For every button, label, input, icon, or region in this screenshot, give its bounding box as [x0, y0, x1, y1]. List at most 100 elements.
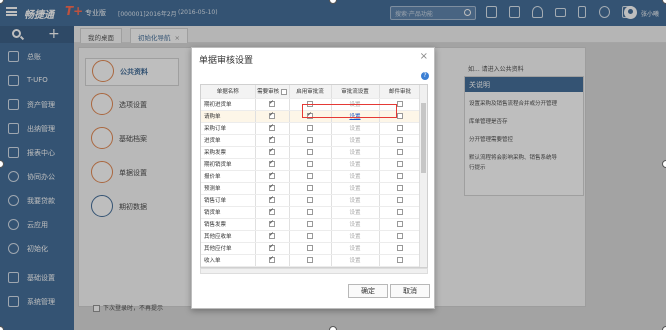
doc-name: 报价单 [201, 170, 256, 183]
mail-approve-checkbox[interactable] [397, 244, 403, 251]
highlight-box [302, 104, 397, 118]
enable-flow-checkbox[interactable] [307, 124, 313, 131]
need-review-cell [255, 134, 290, 147]
mail-approve-checkbox[interactable] [397, 220, 403, 227]
table-header: 单据名称 需要审核 启用审批流 审批流设置 邮件审批 [201, 85, 422, 99]
need-review-checkbox[interactable] [269, 207, 275, 215]
need-review-checkbox[interactable] [269, 219, 275, 227]
need-review-checkbox[interactable] [269, 99, 275, 107]
flow-setting-link[interactable]: 设置 [349, 258, 360, 264]
need-review-checkbox[interactable] [269, 183, 275, 191]
need-review-cell [255, 146, 290, 159]
mail-approve-checkbox[interactable] [397, 208, 403, 215]
mail-approve-checkbox[interactable] [397, 124, 403, 131]
mail-approve-cell [379, 182, 422, 195]
vertical-scrollbar[interactable] [419, 85, 427, 267]
table-row[interactable]: 报价单 设置 [201, 170, 422, 183]
flow-setting-link[interactable]: 设置 [349, 186, 360, 192]
mail-approve-checkbox[interactable] [397, 256, 403, 263]
doc-name: 期初销货单 [201, 158, 256, 171]
flow-setting-link[interactable]: 设置 [349, 198, 360, 204]
mail-approve-checkbox[interactable] [397, 160, 403, 167]
table-row[interactable]: 销货单 设置 [201, 206, 422, 219]
enable-flow-checkbox[interactable] [307, 172, 313, 179]
need-review-cell [255, 158, 290, 171]
enable-flow-checkbox[interactable] [307, 244, 313, 251]
table-row[interactable]: 收入单 设置 [201, 254, 422, 267]
mail-approve-checkbox[interactable] [397, 136, 403, 143]
flow-setting-link[interactable]: 设置 [349, 246, 360, 252]
flow-setting-link[interactable]: 设置 [349, 162, 360, 168]
table-row[interactable]: 预测单 设置 [201, 182, 422, 195]
mail-approve-checkbox[interactable] [397, 148, 403, 155]
table-row[interactable]: 采购订单 设置 [201, 122, 422, 135]
table-row[interactable]: 销售发票 设置 [201, 218, 422, 231]
enable-flow-checkbox[interactable] [307, 232, 313, 239]
close-icon[interactable]: × [420, 51, 428, 62]
mail-approve-checkbox[interactable] [397, 232, 403, 239]
select-all-checkbox[interactable] [280, 88, 287, 95]
cancel-button[interactable]: 取消 [390, 284, 430, 298]
table-row[interactable]: 期初销货单 设置 [201, 158, 422, 171]
flow-setting-link[interactable]: 设置 [349, 222, 360, 228]
need-review-checkbox[interactable] [269, 255, 275, 263]
enable-flow-checkbox[interactable] [307, 184, 313, 191]
enable-flow-cell [289, 182, 332, 195]
help-icon[interactable]: ? [421, 72, 429, 80]
table-row[interactable]: 其他应收单 设置 [201, 230, 422, 243]
table-row[interactable]: 采购发票 设置 [201, 146, 422, 159]
table-row[interactable]: 销售订单 设置 [201, 194, 422, 207]
flow-setting-link[interactable]: 设置 [349, 138, 360, 144]
enable-flow-checkbox[interactable] [307, 160, 313, 167]
enable-flow-checkbox[interactable] [307, 148, 313, 155]
enable-flow-checkbox[interactable] [307, 196, 313, 203]
need-review-checkbox[interactable] [269, 243, 275, 251]
table-row[interactable]: 进货单 设置 [201, 134, 422, 147]
table-row[interactable]: 其他应付单 设置 [201, 242, 422, 255]
enable-flow-checkbox[interactable] [307, 256, 313, 263]
scroll-thumb[interactable] [421, 103, 426, 173]
need-review-checkbox[interactable] [269, 135, 275, 143]
need-review-checkbox[interactable] [269, 231, 275, 239]
need-review-checkbox[interactable] [269, 159, 275, 167]
flow-setting-link[interactable]: 设置 [349, 234, 360, 240]
enable-flow-checkbox[interactable] [307, 208, 313, 215]
flow-setting-link[interactable]: 设置 [349, 174, 360, 180]
mail-approve-cell [379, 134, 422, 147]
mail-approve-checkbox[interactable] [397, 196, 403, 203]
frame-handle [662, 160, 666, 168]
flow-setting-cell: 设置 [331, 146, 380, 159]
frame-handle [329, 326, 337, 330]
need-review-checkbox[interactable] [269, 195, 275, 203]
flow-setting-link[interactable]: 设置 [349, 126, 360, 132]
enable-flow-cell [289, 242, 332, 255]
flow-setting-cell: 设置 [331, 134, 380, 147]
flow-setting-cell: 设置 [331, 242, 380, 255]
ok-button[interactable]: 确定 [348, 284, 388, 298]
enable-flow-checkbox[interactable] [307, 220, 313, 227]
flow-setting-link[interactable]: 设置 [349, 150, 360, 156]
mail-approve-cell [379, 194, 422, 207]
enable-flow-checkbox[interactable] [307, 136, 313, 143]
need-review-checkbox[interactable] [269, 171, 275, 179]
mail-approve-checkbox[interactable] [397, 112, 403, 119]
flow-setting-cell: 设置 [331, 218, 380, 231]
mail-approve-checkbox[interactable] [397, 100, 403, 107]
mail-approve-cell [379, 242, 422, 255]
need-review-checkbox[interactable] [269, 147, 275, 155]
mail-approve-checkbox[interactable] [397, 172, 403, 179]
need-review-cell [255, 170, 290, 183]
flow-setting-cell: 设置 [331, 206, 380, 219]
flow-setting-cell: 设置 [331, 194, 380, 207]
flow-setting-cell: 设置 [331, 230, 380, 243]
horizontal-scrollbar[interactable] [200, 268, 428, 274]
need-review-cell [255, 242, 290, 255]
frame-handle [662, 326, 666, 330]
flow-setting-link[interactable]: 设置 [349, 210, 360, 216]
mail-approve-checkbox[interactable] [397, 184, 403, 191]
need-review-checkbox[interactable] [269, 111, 275, 119]
mail-approve-cell [379, 254, 422, 267]
flow-setting-cell: 设置 [331, 182, 380, 195]
need-review-checkbox[interactable] [269, 123, 275, 131]
doc-name: 请购单 [201, 110, 256, 123]
